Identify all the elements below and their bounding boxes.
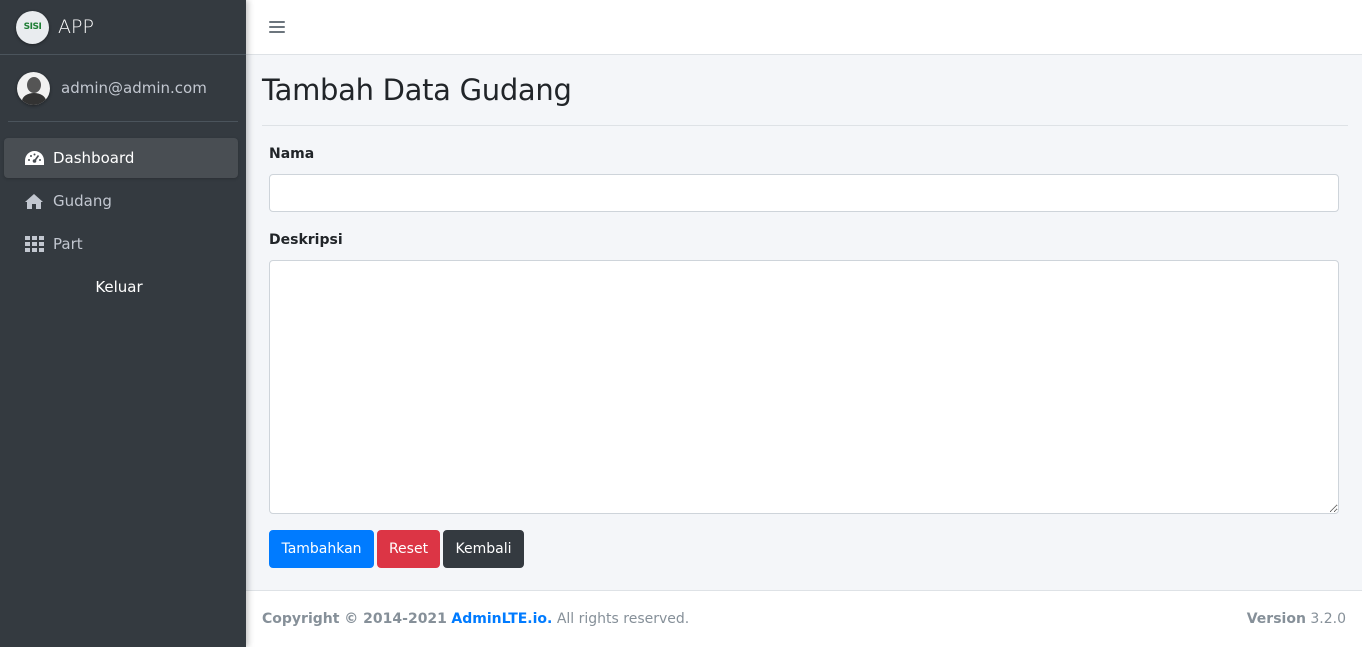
avatar[interactable]	[17, 71, 50, 105]
sidebar-item-label: Dashboard	[53, 149, 135, 167]
footer-copyright: Copyright © 2014-2021 AdminLTE.io. All r…	[262, 611, 689, 627]
deskripsi-label: Deskripsi	[269, 232, 343, 248]
content-wrapper: Tambah Data Gudang Nama Deskripsi Tambah…	[246, 55, 1362, 590]
version-label: Version	[1246, 611, 1306, 627]
logout-link[interactable]: Keluar	[4, 267, 238, 307]
user-email[interactable]: admin@admin.com	[61, 79, 207, 97]
top-navbar	[246, 0, 1362, 55]
footer-version: Version 3.2.0	[1247, 611, 1346, 627]
deskripsi-field[interactable]	[269, 260, 1339, 514]
main-footer: Copyright © 2014-2021 AdminLTE.io. All r…	[246, 590, 1362, 647]
copyright-text: Copyright © 2014-2021	[262, 611, 447, 627]
sidebar-item-label: Part	[53, 235, 83, 253]
form-actions: Tambahkan Reset Kembali	[269, 530, 524, 568]
sidebar-item-label: Gudang	[53, 192, 112, 210]
user-panel: admin@admin.com	[8, 55, 238, 122]
main-sidebar: SISI APP admin@admin.com Dashboard Gudan…	[0, 0, 246, 647]
sidebar-item-dashboard[interactable]: Dashboard	[4, 138, 238, 178]
tachometer-icon	[23, 149, 45, 167]
nama-label: Nama	[269, 146, 315, 162]
brand-logo: SISI	[16, 10, 49, 44]
sidebar-item-part[interactable]: Part	[4, 224, 238, 264]
version-value: 3.2.0	[1310, 611, 1346, 627]
nama-field[interactable]	[269, 174, 1339, 212]
tambahkan-button[interactable]: Tambahkan	[269, 530, 374, 568]
reset-button[interactable]: Reset	[377, 530, 440, 568]
home-icon	[23, 192, 45, 210]
rights-text: All rights reserved.	[556, 611, 690, 627]
brand-link[interactable]: SISI APP	[0, 0, 246, 55]
sidebar-nav: Dashboard Gudang Part Keluar	[0, 122, 246, 307]
brand-name: APP	[58, 16, 94, 38]
kembali-button[interactable]: Kembali	[443, 530, 524, 568]
page-title: Tambah Data Gudang	[262, 73, 572, 107]
grid-icon	[23, 235, 45, 253]
adminlte-link[interactable]: AdminLTE.io.	[451, 611, 552, 627]
title-divider	[262, 125, 1348, 126]
hamburger-icon[interactable]	[269, 20, 285, 34]
brand-logo-text: SISI	[23, 22, 42, 32]
sidebar-item-gudang[interactable]: Gudang	[4, 181, 238, 221]
